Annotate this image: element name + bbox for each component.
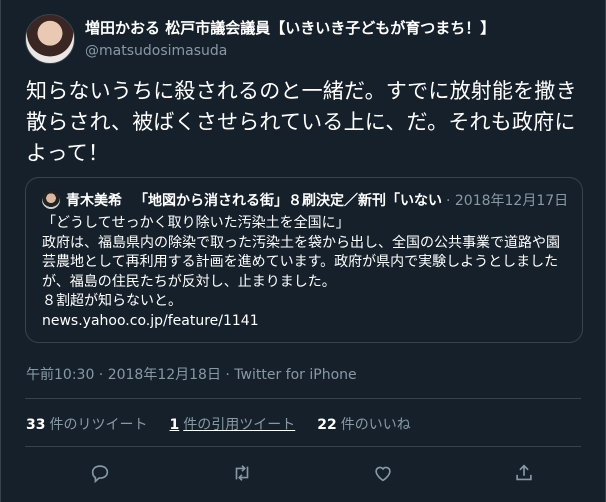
author-display-name[interactable]: 増田かおる 松戸市議会議員【いきいき子どもが育つまち！】 xyxy=(85,17,495,38)
quoted-tweet-header: 青木美希 「地図から消される街」８刷決定／新刊「いない · 2018年12月17… xyxy=(42,190,570,210)
quoted-tweet-date: · 2018年12月17日 xyxy=(446,193,569,209)
retweets-label: 件のリツイート xyxy=(49,417,148,433)
quotes-label: 件の引用ツイート xyxy=(183,417,296,433)
author-names: 増田かおる 松戸市議会議員【いきいき子どもが育つまち！】 @matsudosim… xyxy=(85,17,495,59)
quotes-count: 1 xyxy=(169,417,180,433)
retweet-icon[interactable] xyxy=(231,462,255,486)
engagement-stats: 33 件のリツイート 1 件の引用ツイート 22 件のいいね xyxy=(26,414,433,434)
tweet-timestamp[interactable]: 午前10:30 · 2018年12月18日 · Twitter for iPho… xyxy=(26,364,357,384)
quoted-author-name: 青木美希 xyxy=(66,193,122,209)
share-icon[interactable] xyxy=(513,462,537,486)
quoted-tweet-text: 「どうしてせっかく取り除いた汚染土を全国に」 政府は、福島県内の除染で取った汚染… xyxy=(42,215,560,329)
likes-stat[interactable]: 22 件のいいね xyxy=(317,414,410,434)
likes-label: 件のいいね xyxy=(340,417,411,433)
likes-count: 22 xyxy=(317,417,337,433)
quoted-author-profile-title: 「地図から消される街」８刷決定／新刊「いない xyxy=(134,193,442,209)
divider xyxy=(25,398,581,399)
quoted-tweet[interactable]: 青木美希 「地図から消される街」８刷決定／新刊「いない · 2018年12月17… xyxy=(25,177,583,343)
reply-icon[interactable] xyxy=(89,462,113,486)
tweet-text: 知らないうちに殺されるのと一緒だ。すでに放射能を撒き散らされ、被ばくさせられてい… xyxy=(26,79,577,165)
quoted-avatar xyxy=(42,191,60,209)
avatar[interactable] xyxy=(25,14,75,64)
divider xyxy=(25,446,581,447)
tweet-header: 増田かおる 松戸市議会議員【いきいき子どもが育つまち！】 @matsudosim… xyxy=(25,14,495,64)
like-icon[interactable] xyxy=(372,462,396,486)
retweets-stat[interactable]: 33 件のリツイート xyxy=(26,414,147,434)
quote-tweets-stat[interactable]: 1 件の引用ツイート xyxy=(169,414,295,434)
tweet-card: 増田かおる 松戸市議会議員【いきいき子どもが育つまち！】 @matsudosim… xyxy=(0,0,606,502)
author-handle[interactable]: @matsudosimasuda xyxy=(85,43,495,59)
retweets-count: 33 xyxy=(26,417,46,433)
tweet-actions xyxy=(1,458,606,490)
